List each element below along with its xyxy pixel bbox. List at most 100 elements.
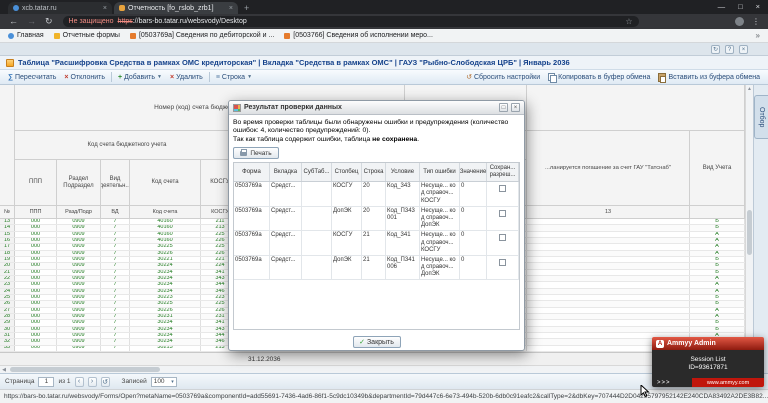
cell-vd: 7	[101, 307, 130, 313]
bookmark-0503766[interactable]: [0503766] Сведения об исполнении меро...	[284, 32, 433, 39]
new-tab-button[interactable]: +	[244, 2, 249, 14]
app-help-icon[interactable]: ?	[725, 45, 734, 54]
profile-avatar[interactable]	[735, 17, 744, 26]
close-dialog-button[interactable]: ✓ Закрыть	[352, 336, 401, 348]
scroll-up-icon[interactable]: ▲	[746, 86, 753, 92]
browser-tab-1[interactable]: xcb.tatar.ru ×	[8, 2, 112, 14]
cell-ppp: 000	[15, 282, 57, 288]
printer-icon	[240, 148, 248, 156]
back-icon[interactable]: ←	[9, 17, 18, 26]
cell-razdel: 0909	[57, 307, 101, 313]
copy-to-clipboard-button[interactable]: Копировать в буфер обмена	[544, 71, 654, 84]
cell-stolbec: КОСГУ	[332, 182, 362, 206]
ammyy-admin-widget[interactable]: A Ammyy Admin Session List ID=93617871 >…	[652, 337, 764, 387]
dialog-close-icon[interactable]: ×	[511, 103, 520, 112]
security-label[interactable]: Не защищено	[69, 18, 114, 25]
app-refresh-icon[interactable]: ↻	[711, 45, 720, 54]
browser-tab-2[interactable]: Отчетность [fo_rslob_zrb1] ×	[114, 2, 238, 14]
delete-button[interactable]: × Удалить	[166, 71, 207, 84]
minimize-button[interactable]: —	[718, 2, 726, 11]
browser-tabstrip: xcb.tatar.ru × Отчетность [fo_rslob_zrb1…	[0, 0, 768, 14]
cell-col13	[527, 237, 690, 244]
next-page-button[interactable]: ›	[87, 376, 97, 387]
chevron-down-icon: ▼	[247, 74, 253, 80]
maximize-button[interactable]: □	[738, 2, 743, 11]
bookmark-home[interactable]: Главная	[8, 32, 44, 39]
prev-page-button[interactable]: ‹	[74, 376, 84, 387]
cell-account: 30225	[130, 244, 201, 250]
cell-vd: 7	[101, 244, 130, 250]
ammyy-chevrons[interactable]: >>>	[652, 378, 692, 387]
bookmark-report-forms[interactable]: Отчетные формы	[53, 32, 120, 39]
reject-button[interactable]: × Отклонить	[60, 71, 109, 84]
form-title: Таблица "Расшифровка Средства в рамках О…	[18, 58, 570, 67]
records-per-page-select[interactable]: 100 ▾	[150, 376, 177, 387]
cell-save-allowed	[487, 255, 519, 280]
ammyy-titlebar[interactable]: A Ammyy Admin	[652, 337, 764, 350]
cell-ppp: 000	[15, 307, 57, 313]
reset-settings-button[interactable]: ↺ Сбросить настройки	[462, 71, 544, 84]
save-allowed-checkbox[interactable]	[499, 258, 506, 266]
bookmark-star-icon[interactable]: ☆	[625, 17, 632, 26]
app-exit-icon[interactable]: ×	[739, 45, 748, 54]
bookmarks-overflow-icon[interactable]: »	[756, 31, 760, 40]
table-icon	[6, 58, 14, 67]
cell-razdel: 0909	[57, 313, 101, 320]
cell-ppp: 000	[15, 288, 57, 294]
browser-toolbar: ← → ↻ Не защищено https://bars-bo.tatar.…	[0, 14, 768, 29]
refresh-button[interactable]: ↺	[100, 376, 110, 387]
dialog-message: Во время проверки таблицы были обнаружен…	[233, 119, 520, 144]
horizontal-scrollbar[interactable]: ◀	[0, 365, 745, 373]
cell-vd: 7	[101, 326, 130, 332]
horizontal-scroll-thumb[interactable]	[10, 367, 160, 372]
forward-icon[interactable]: →	[27, 17, 36, 26]
grid-footer: 31.12.2036	[0, 352, 745, 365]
toolbar-separator	[111, 72, 112, 82]
recalculate-button[interactable]: ∑ Пересчитать	[4, 71, 60, 84]
error-row[interactable]: 0503769а Средст... ДопЭК 20 Код_П343001 …	[234, 206, 519, 232]
address-bar[interactable]: Не защищено https://bars-bo.tatar.ru/web…	[62, 16, 639, 27]
browser-actions: ⋮	[735, 17, 760, 26]
cell-ppp: 000	[15, 237, 57, 244]
cell-col13	[527, 263, 690, 269]
row-menu-button[interactable]: ≡ Строка ▼	[212, 71, 256, 84]
close-button[interactable]: ×	[756, 2, 760, 11]
vertical-scroll-thumb[interactable]	[747, 210, 752, 255]
reload-icon[interactable]: ↻	[45, 17, 53, 26]
cell-vkladka: Средст...	[270, 182, 302, 206]
cell-vd: 7	[101, 288, 130, 294]
error-row[interactable]: 0503769а Средст... КОСГУ 21 Код_341 Несу…	[234, 231, 519, 256]
error-row[interactable]: 0503769а Средст... ДопЭК 21 Код_П341006 …	[234, 255, 519, 281]
tab-close-icon[interactable]: ×	[103, 5, 107, 12]
reject-icon: ×	[64, 73, 69, 81]
ammyy-site-link[interactable]: www.ammyy.com	[692, 378, 764, 387]
add-button[interactable]: + Добавить ▼	[114, 71, 166, 84]
error-row[interactable]: 0503769а Средст... КОСГУ 20 Код_343 Несу…	[234, 182, 519, 207]
bookmark-0503769a[interactable]: [0503769а] Сведения по дебиторской и ...	[129, 32, 274, 39]
vertical-scrollbar[interactable]: ▲ ▼	[745, 85, 753, 373]
paste-from-clipboard-button[interactable]: Вставить из буфера обмена	[654, 71, 764, 84]
filter-tab[interactable]: Отбор	[754, 95, 768, 139]
page-input[interactable]: 1	[38, 376, 55, 387]
save-allowed-checkbox[interactable]	[499, 185, 506, 193]
cell-forma: 0503769а	[234, 206, 270, 231]
ammyy-title: Ammyy Admin	[667, 340, 716, 347]
cell-col13	[527, 320, 690, 326]
cell-vd: 7	[101, 231, 130, 237]
dialog-maximize-button[interactable]: □	[499, 103, 508, 112]
save-allowed-checkbox[interactable]	[499, 234, 506, 242]
cell-vid-ucheta: Б	[690, 219, 745, 225]
cell-vd: 7	[101, 313, 130, 320]
cell-tip-oshibki: Несуще... код справоч... ДопЭК	[420, 255, 460, 280]
scroll-left-icon[interactable]: ◀	[0, 367, 8, 373]
cell-ppp: 000	[15, 263, 57, 269]
tab-close-icon[interactable]: ×	[229, 5, 233, 12]
dialog-titlebar[interactable]: Результат проверки данных □ ×	[229, 101, 524, 115]
cell-account: 30234	[130, 332, 201, 339]
cell-razdel: 0909	[57, 250, 101, 256]
save-allowed-checkbox[interactable]	[499, 209, 506, 217]
browser-menu-icon[interactable]: ⋮	[752, 17, 760, 26]
col-stroka: Строка	[362, 163, 386, 182]
print-button[interactable]: Печать	[233, 147, 279, 160]
cell-col13	[527, 256, 690, 263]
